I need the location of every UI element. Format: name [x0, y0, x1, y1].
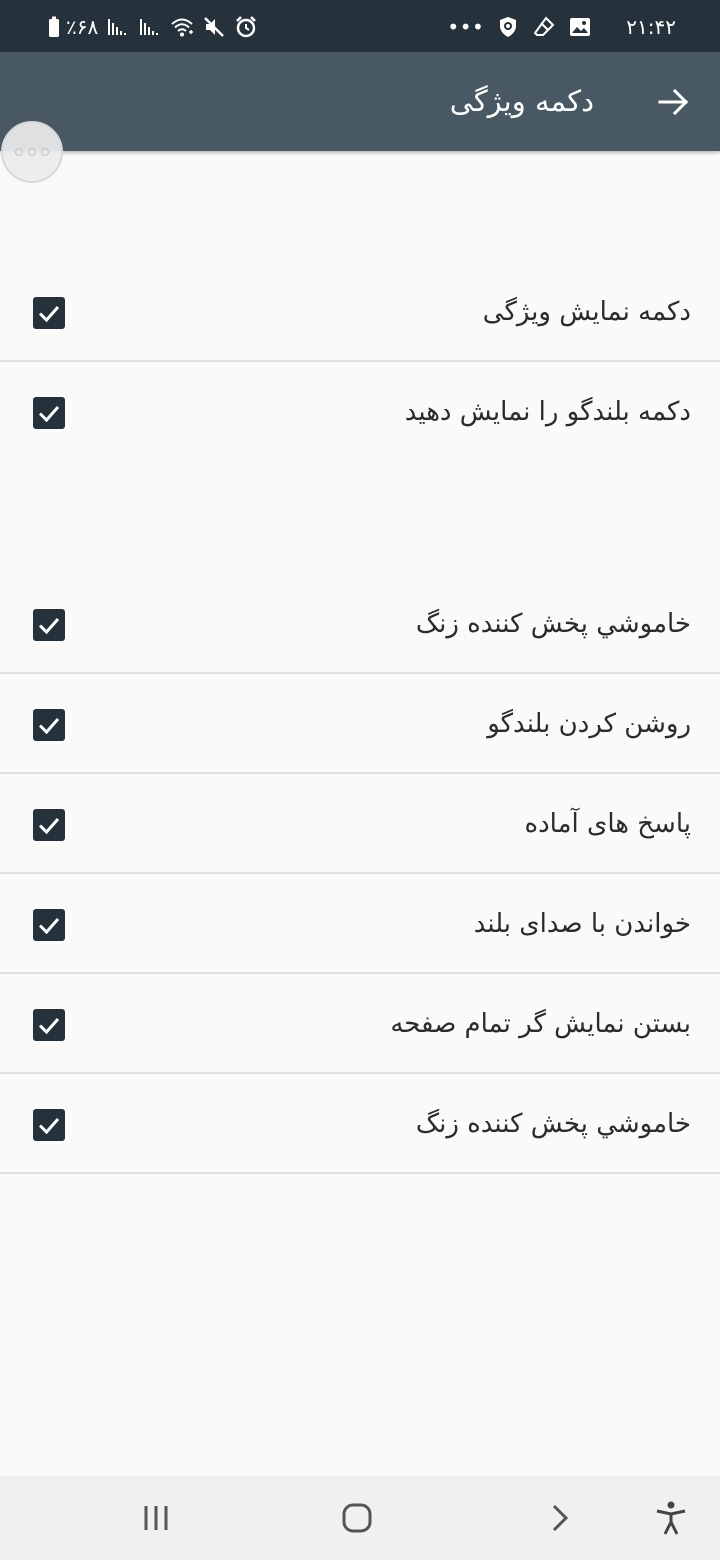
shield-icon [496, 15, 520, 39]
bubble-dot [15, 148, 23, 156]
setting-checkbox[interactable] [33, 709, 65, 741]
setting-label: بستن نمایش گر تمام صفحه [390, 1009, 691, 1039]
recents-button[interactable] [136, 1498, 176, 1538]
home-button[interactable] [337, 1498, 377, 1538]
nav-back-button[interactable] [540, 1498, 580, 1538]
signal-icon [106, 15, 130, 39]
check-icon [38, 1118, 60, 1135]
back-chevron-icon [552, 1504, 569, 1532]
check-icon [38, 618, 60, 635]
setting-row-silence-ringer[interactable]: خاموشي پخش کننده زنگ [0, 574, 720, 674]
setting-row-speaker-on[interactable]: روشن کردن بلندگو [0, 674, 720, 774]
bubble-dot [41, 148, 49, 156]
setting-label: دکمه نمایش ویژگی [482, 297, 691, 327]
setting-checkbox[interactable] [33, 397, 65, 429]
battery-icon [42, 15, 59, 39]
status-right-group: ••• ۲۱:۴۲ [447, 12, 676, 42]
setting-checkbox[interactable] [33, 1009, 65, 1041]
setting-label: روشن کردن بلندگو [487, 709, 691, 739]
image-icon [568, 15, 592, 39]
status-bar: ٪۶۸ ••• ۲۱:۴۲ [0, 0, 720, 52]
accessibility-button[interactable] [651, 1498, 691, 1538]
setting-label: خاموشي پخش کننده زنگ [415, 1109, 691, 1139]
setting-checkbox[interactable] [33, 909, 65, 941]
setting-label: دکمه بلندگو را نمایش دهید [404, 397, 691, 427]
setting-checkbox[interactable] [33, 1109, 65, 1141]
home-icon [342, 1503, 372, 1533]
check-icon [38, 818, 60, 835]
recents-icon [144, 1506, 168, 1530]
app-bar: دکمه ویژگی [0, 52, 720, 151]
signal-icon [138, 15, 162, 39]
status-dots: ••• [447, 15, 485, 39]
floating-menu-bubble[interactable] [1, 121, 63, 183]
setting-row-show-speaker-button[interactable]: دکمه بلندگو را نمایش دهید [0, 362, 720, 462]
setting-checkbox[interactable] [33, 609, 65, 641]
setting-checkbox[interactable] [33, 297, 65, 329]
arrow-right-icon [658, 88, 689, 116]
mute-icon [202, 15, 226, 39]
setting-row-close-fullscreen-viewer[interactable]: بستن نمایش گر تمام صفحه [0, 974, 720, 1074]
check-icon [38, 918, 60, 935]
status-left-group: ٪۶۸ [42, 14, 258, 40]
setting-checkbox[interactable] [33, 809, 65, 841]
setting-label: خاموشي پخش کننده زنگ [415, 609, 691, 639]
page-title: دکمه ویژگی [449, 84, 594, 118]
status-time: ۲۱:۴۲ [626, 15, 676, 39]
eraser-icon [532, 15, 556, 39]
accessibility-icon [656, 1501, 686, 1535]
setting-label: پاسخ های آماده [524, 809, 691, 839]
setting-row-quick-replies[interactable]: پاسخ های آماده [0, 774, 720, 874]
system-nav-bar [0, 1476, 720, 1560]
check-icon [38, 1018, 60, 1035]
battery-percent: ٪۶۸ [66, 15, 99, 39]
back-button[interactable] [656, 84, 692, 120]
check-icon [38, 306, 60, 323]
setting-row-show-feature-button[interactable]: دکمه نمایش ویژگی [0, 262, 720, 362]
setting-row-silence-ringer-2[interactable]: خاموشي پخش کننده زنگ [0, 1074, 720, 1174]
wifi-icon [170, 15, 194, 39]
check-icon [38, 718, 60, 735]
check-icon [38, 406, 60, 423]
setting-row-read-aloud[interactable]: خواندن با صدای بلند [0, 874, 720, 974]
alarm-icon [234, 15, 258, 39]
bubble-dot [28, 148, 36, 156]
setting-label: خواندن با صدای بلند [473, 909, 691, 939]
